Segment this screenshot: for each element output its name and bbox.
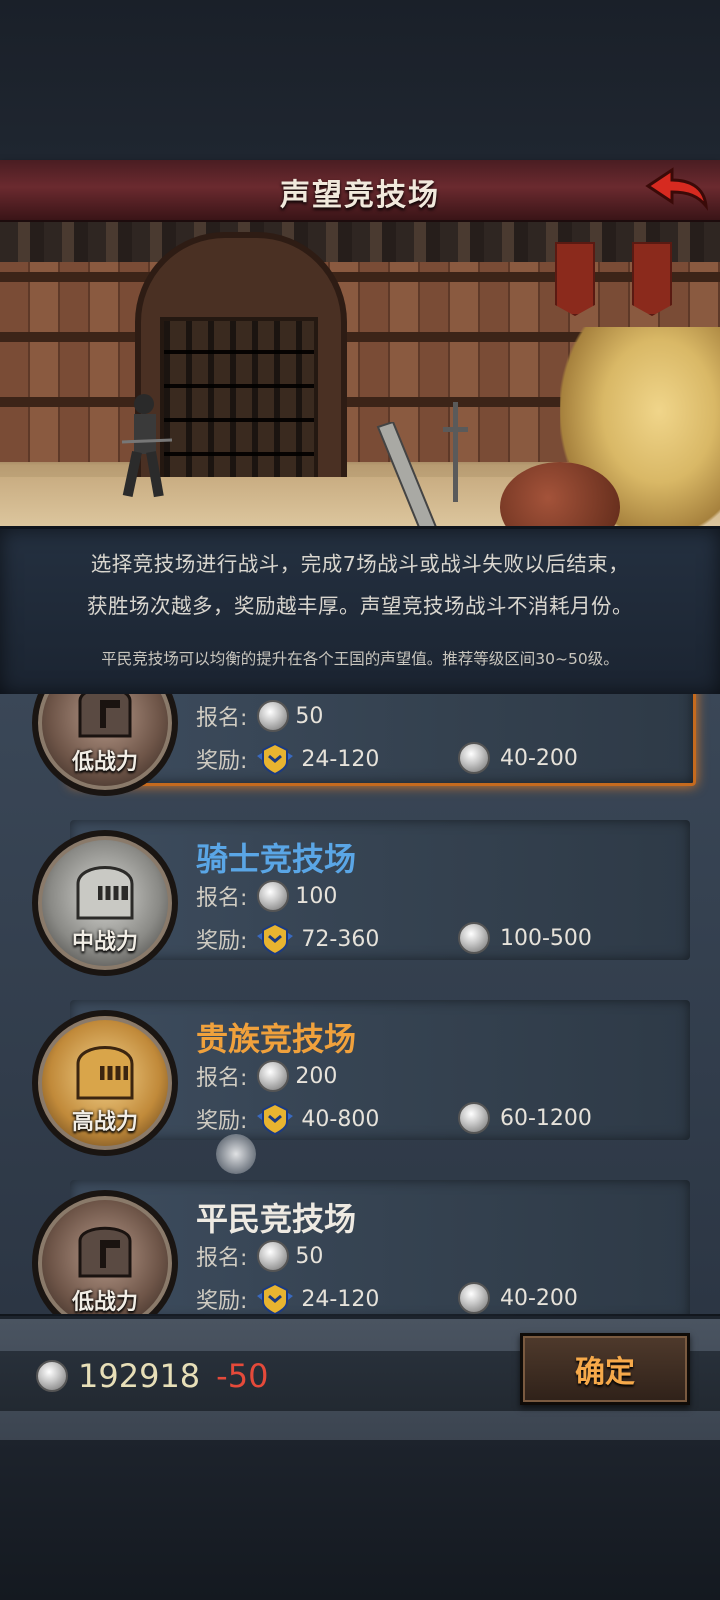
- reputation-reward: 72-360: [301, 926, 380, 952]
- wall-band: [0, 272, 720, 282]
- silver-coin-icon: [458, 1102, 490, 1134]
- coin-reward: 40-200: [458, 1282, 578, 1314]
- reputation-reward: 24-120: [301, 746, 380, 772]
- reputation-shield-icon: [257, 1282, 294, 1314]
- balance-delta: -50: [216, 1357, 269, 1395]
- power-label: 低战力: [71, 1290, 138, 1314]
- coin-reward-value: 60-1200: [500, 1105, 592, 1131]
- description-line: 获胜场次越多，奖励越丰厚。声望竞技场战斗不消耗月份。: [87, 594, 633, 618]
- reputation-reward: 24-120: [301, 1286, 380, 1312]
- silver-coin-icon: [257, 1060, 290, 1092]
- bottom-background: [0, 1440, 720, 1600]
- reputation-shield-icon: [257, 922, 294, 956]
- reward-line: 奖励: 24-120: [196, 1282, 379, 1314]
- coin-reward: 60-1200: [458, 1102, 592, 1134]
- silver-coin-icon: [257, 880, 290, 912]
- arena-name: 骑士竞技场: [196, 840, 357, 878]
- sword-in-ground: [443, 402, 468, 502]
- balance-amount: 192918: [78, 1357, 201, 1395]
- recommendation-text: 平民竞技场可以均衡的提升在各个王国的声望值。推荐等级区间30~50级。: [101, 650, 619, 668]
- golden-helmet-icon: [76, 1046, 134, 1100]
- confirm-button[interactable]: 确定: [520, 1333, 690, 1405]
- silver-coin-icon: [458, 1282, 490, 1314]
- coin-reward-value: 40-200: [500, 1285, 578, 1311]
- signup-label: 报名:: [196, 1246, 248, 1271]
- arena-list[interactable]: 低战力 报名: 50 奖励: 24-120 40-200 中战力 骑士竞技场 报…: [0, 694, 720, 1314]
- banner: [555, 242, 595, 316]
- crowd: [0, 222, 720, 262]
- helmet-icon: [78, 694, 132, 738]
- back-arrow-icon[interactable]: [644, 166, 710, 214]
- coin-reward: 40-200: [458, 742, 578, 774]
- knight-helmet-icon: [76, 866, 134, 920]
- fee-value: 100: [295, 883, 338, 909]
- portcullis-gate: [160, 317, 318, 490]
- fee-value: 50: [295, 1243, 324, 1269]
- arena-name: 平民竞技场: [196, 1200, 357, 1238]
- signup-fee: 报名: 50: [196, 1240, 323, 1272]
- helmet-badge: 中战力: [32, 830, 178, 976]
- silver-coin-icon: [458, 922, 490, 954]
- fee-value: 50: [295, 703, 324, 729]
- signup-fee: 报名: 200: [196, 1060, 337, 1092]
- reputation-reward: 40-800: [301, 1106, 380, 1132]
- description-text: 选择竞技场进行战斗，完成7场战斗或战斗失败以后结束， 获胜场次越多，奖励越丰厚。…: [20, 543, 700, 627]
- reputation-shield-icon: [257, 1102, 294, 1136]
- description-panel: 选择竞技场进行战斗，完成7场战斗或战斗失败以后结束， 获胜场次越多，奖励越丰厚。…: [0, 526, 720, 699]
- banner: [632, 242, 672, 316]
- touch-indicator: [216, 1134, 256, 1174]
- arena-row-low-power[interactable]: 低战力 报名: 50 奖励: 24-120 40-200: [20, 694, 696, 796]
- silver-coin-icon: [36, 1360, 68, 1392]
- description-line: 选择竞技场进行战斗，完成7场战斗或战斗失败以后结束，: [90, 552, 630, 576]
- helmet-badge: 高战力: [32, 1010, 178, 1156]
- arena-row-knight[interactable]: 中战力 骑士竞技场 报名: 100 奖励: 72-360 100-500: [20, 820, 690, 976]
- title-bar: 声望竞技场: [0, 160, 720, 223]
- armored-warrior-figure: [121, 394, 172, 498]
- page-title: 声望竞技场: [280, 178, 440, 213]
- signup-fee: 报名: 100: [196, 880, 337, 912]
- reward-line: 奖励: 72-360: [196, 922, 379, 956]
- arena-scene-illustration: [0, 222, 720, 534]
- signup-label: 报名:: [196, 706, 248, 731]
- arena-row-noble[interactable]: 高战力 贵族竞技场 报名: 200 奖励: 40-800 60-1200: [20, 1000, 690, 1156]
- signup-label: 报名:: [196, 886, 248, 911]
- power-label: 高战力: [71, 1110, 138, 1135]
- signup-label: 报名:: [196, 1066, 248, 1091]
- arena-row-commoner[interactable]: 低战力 平民竞技场 报名: 50 奖励: 24-120 40-200: [20, 1180, 690, 1314]
- power-label: 中战力: [71, 930, 138, 955]
- silver-balance: 192918 -50: [36, 1357, 268, 1395]
- silver-coin-icon: [458, 742, 490, 774]
- coin-reward-value: 40-200: [500, 745, 578, 771]
- reward-line: 奖励: 40-800: [196, 1102, 379, 1136]
- reward-label: 奖励:: [196, 1109, 248, 1134]
- reward-label: 奖励:: [196, 929, 248, 954]
- silver-coin-icon: [257, 700, 290, 732]
- coin-reward-value: 100-500: [500, 925, 592, 951]
- fee-value: 200: [295, 1063, 338, 1089]
- top-background: [0, 0, 720, 160]
- arena-name: 贵族竞技场: [196, 1020, 357, 1058]
- reward-line: 奖励: 24-120: [196, 742, 379, 776]
- silver-coin-icon: [257, 1240, 290, 1272]
- reputation-shield-icon: [257, 742, 294, 776]
- coin-reward: 100-500: [458, 922, 592, 954]
- reward-label: 奖励:: [196, 749, 248, 774]
- footer-bar: 192918 -50 确定: [0, 1316, 720, 1443]
- reward-label: 奖励:: [196, 1289, 248, 1314]
- signup-fee: 报名: 50: [196, 700, 323, 732]
- helmet-icon: [78, 1226, 132, 1278]
- power-label: 低战力: [71, 750, 138, 775]
- sword-foreground: [376, 422, 440, 534]
